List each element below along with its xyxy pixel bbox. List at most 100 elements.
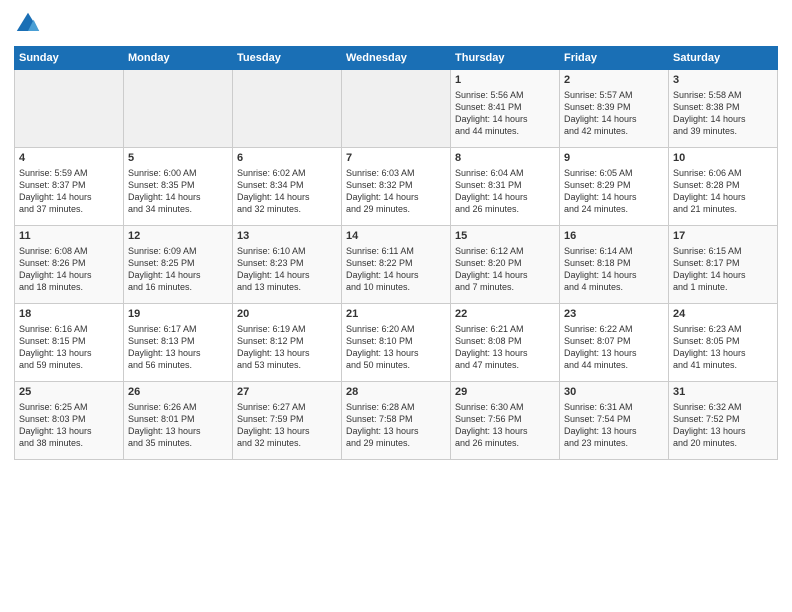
day-number: 20	[237, 307, 337, 322]
calendar-cell: 14 Sunrise: 6:11 AM Sunset: 8:22 PM Dayli…	[342, 226, 451, 304]
logo	[14, 10, 46, 38]
day-of-week-header: Wednesday	[342, 47, 451, 70]
day-number: 13	[237, 229, 337, 244]
day-info: Sunrise: 5:59 AM Sunset: 8:37 PM Dayligh…	[19, 168, 92, 214]
calendar-week-row: 1 Sunrise: 5:56 AM Sunset: 8:41 PM Daylig…	[15, 70, 778, 148]
day-number: 26	[128, 385, 228, 400]
day-info: Sunrise: 6:22 AM Sunset: 8:07 PM Dayligh…	[564, 324, 637, 370]
day-info: Sunrise: 6:17 AM Sunset: 8:13 PM Dayligh…	[128, 324, 201, 370]
day-of-week-header: Sunday	[15, 47, 124, 70]
calendar-cell: 20 Sunrise: 6:19 AM Sunset: 8:12 PM Dayli…	[233, 304, 342, 382]
calendar-cell: 30 Sunrise: 6:31 AM Sunset: 7:54 PM Dayli…	[560, 382, 669, 460]
calendar-cell	[124, 70, 233, 148]
day-info: Sunrise: 6:11 AM Sunset: 8:22 PM Dayligh…	[346, 246, 419, 292]
day-info: Sunrise: 6:00 AM Sunset: 8:35 PM Dayligh…	[128, 168, 201, 214]
calendar-cell: 13 Sunrise: 6:10 AM Sunset: 8:23 PM Dayli…	[233, 226, 342, 304]
day-number: 15	[455, 229, 555, 244]
calendar-cell: 29Sunrise: 6:30 AM Sunset: 7:56 PM Dayli…	[451, 382, 560, 460]
day-info: Sunrise: 6:31 AM Sunset: 7:54 PM Dayligh…	[564, 402, 637, 448]
day-info: Sunrise: 6:23 AM Sunset: 8:05 PM Dayligh…	[673, 324, 746, 370]
calendar-cell: 8Sunrise: 6:04 AM Sunset: 8:31 PM Daylig…	[451, 148, 560, 226]
day-info: Sunrise: 6:30 AM Sunset: 7:56 PM Dayligh…	[455, 402, 528, 448]
day-number: 31	[673, 385, 773, 400]
calendar-cell: 6 Sunrise: 6:02 AM Sunset: 8:34 PM Daylig…	[233, 148, 342, 226]
calendar-cell: 28 Sunrise: 6:28 AM Sunset: 7:58 PM Dayli…	[342, 382, 451, 460]
day-info: Sunrise: 6:03 AM Sunset: 8:32 PM Dayligh…	[346, 168, 419, 214]
day-info: Sunrise: 6:19 AM Sunset: 8:12 PM Dayligh…	[237, 324, 310, 370]
calendar-cell	[342, 70, 451, 148]
day-number: 16	[564, 229, 664, 244]
calendar-cell	[233, 70, 342, 148]
calendar: SundayMondayTuesdayWednesdayThursdayFrid…	[14, 46, 778, 460]
day-info: Sunrise: 6:28 AM Sunset: 7:58 PM Dayligh…	[346, 402, 419, 448]
day-of-week-header: Friday	[560, 47, 669, 70]
day-number: 8	[455, 151, 555, 166]
days-row: SundayMondayTuesdayWednesdayThursdayFrid…	[15, 47, 778, 70]
day-of-week-header: Thursday	[451, 47, 560, 70]
day-number: 28	[346, 385, 446, 400]
calendar-cell: 17Sunrise: 6:15 AM Sunset: 8:17 PM Dayli…	[669, 226, 778, 304]
calendar-cell: 12 Sunrise: 6:09 AM Sunset: 8:25 PM Dayli…	[124, 226, 233, 304]
day-number: 3	[673, 73, 773, 88]
page: SundayMondayTuesdayWednesdayThursdayFrid…	[0, 0, 792, 612]
day-info: Sunrise: 6:09 AM Sunset: 8:25 PM Dayligh…	[128, 246, 201, 292]
day-number: 14	[346, 229, 446, 244]
day-number: 11	[19, 229, 119, 244]
day-info: Sunrise: 6:12 AM Sunset: 8:20 PM Dayligh…	[455, 246, 528, 292]
calendar-cell: 10 Sunrise: 6:06 AM Sunset: 8:28 PM Dayli…	[669, 148, 778, 226]
day-number: 2	[564, 73, 664, 88]
calendar-cell: 31 Sunrise: 6:32 AM Sunset: 7:52 PM Dayli…	[669, 382, 778, 460]
calendar-cell: 4 Sunrise: 5:59 AM Sunset: 8:37 PM Daylig…	[15, 148, 124, 226]
calendar-cell: 27Sunrise: 6:27 AM Sunset: 7:59 PM Dayli…	[233, 382, 342, 460]
day-number: 24	[673, 307, 773, 322]
day-info: Sunrise: 6:25 AM Sunset: 8:03 PM Dayligh…	[19, 402, 92, 448]
day-number: 6	[237, 151, 337, 166]
calendar-cell: 16Sunrise: 6:14 AM Sunset: 8:18 PM Dayli…	[560, 226, 669, 304]
day-of-week-header: Saturday	[669, 47, 778, 70]
day-of-week-header: Monday	[124, 47, 233, 70]
day-info: Sunrise: 6:10 AM Sunset: 8:23 PM Dayligh…	[237, 246, 310, 292]
day-info: Sunrise: 6:21 AM Sunset: 8:08 PM Dayligh…	[455, 324, 528, 370]
calendar-header: SundayMondayTuesdayWednesdayThursdayFrid…	[15, 47, 778, 70]
calendar-body: 1 Sunrise: 5:56 AM Sunset: 8:41 PM Daylig…	[15, 70, 778, 460]
day-number: 18	[19, 307, 119, 322]
day-number: 10	[673, 151, 773, 166]
calendar-cell: 22 Sunrise: 6:21 AM Sunset: 8:08 PM Dayli…	[451, 304, 560, 382]
day-number: 23	[564, 307, 664, 322]
day-number: 22	[455, 307, 555, 322]
day-info: Sunrise: 5:58 AM Sunset: 8:38 PM Dayligh…	[673, 90, 746, 136]
day-info: Sunrise: 6:08 AM Sunset: 8:26 PM Dayligh…	[19, 246, 92, 292]
calendar-cell: 23 Sunrise: 6:22 AM Sunset: 8:07 PM Dayli…	[560, 304, 669, 382]
day-info: Sunrise: 6:05 AM Sunset: 8:29 PM Dayligh…	[564, 168, 637, 214]
day-info: Sunrise: 6:26 AM Sunset: 8:01 PM Dayligh…	[128, 402, 201, 448]
calendar-cell: 5 Sunrise: 6:00 AM Sunset: 8:35 PM Daylig…	[124, 148, 233, 226]
day-number: 12	[128, 229, 228, 244]
calendar-cell: 2Sunrise: 5:57 AM Sunset: 8:39 PM Daylig…	[560, 70, 669, 148]
day-info: Sunrise: 6:15 AM Sunset: 8:17 PM Dayligh…	[673, 246, 746, 292]
logo-icon	[14, 10, 42, 38]
day-info: Sunrise: 6:16 AM Sunset: 8:15 PM Dayligh…	[19, 324, 92, 370]
calendar-week-row: 18 Sunrise: 6:16 AM Sunset: 8:15 PM Dayli…	[15, 304, 778, 382]
calendar-cell: 11 Sunrise: 6:08 AM Sunset: 8:26 PM Dayli…	[15, 226, 124, 304]
calendar-cell: 19 Sunrise: 6:17 AM Sunset: 8:13 PM Dayli…	[124, 304, 233, 382]
day-info: Sunrise: 6:32 AM Sunset: 7:52 PM Dayligh…	[673, 402, 746, 448]
day-number: 21	[346, 307, 446, 322]
calendar-cell: 9 Sunrise: 6:05 AM Sunset: 8:29 PM Daylig…	[560, 148, 669, 226]
day-info: Sunrise: 6:02 AM Sunset: 8:34 PM Dayligh…	[237, 168, 310, 214]
calendar-cell: 18 Sunrise: 6:16 AM Sunset: 8:15 PM Dayli…	[15, 304, 124, 382]
day-number: 19	[128, 307, 228, 322]
day-info: Sunrise: 6:27 AM Sunset: 7:59 PM Dayligh…	[237, 402, 310, 448]
day-info: Sunrise: 6:20 AM Sunset: 8:10 PM Dayligh…	[346, 324, 419, 370]
day-number: 4	[19, 151, 119, 166]
calendar-cell: 7 Sunrise: 6:03 AM Sunset: 8:32 PM Daylig…	[342, 148, 451, 226]
calendar-cell: 1 Sunrise: 5:56 AM Sunset: 8:41 PM Daylig…	[451, 70, 560, 148]
calendar-week-row: 25Sunrise: 6:25 AM Sunset: 8:03 PM Dayli…	[15, 382, 778, 460]
day-number: 5	[128, 151, 228, 166]
day-number: 7	[346, 151, 446, 166]
header	[14, 10, 778, 38]
day-info: Sunrise: 6:06 AM Sunset: 8:28 PM Dayligh…	[673, 168, 746, 214]
day-number: 1	[455, 73, 555, 88]
day-info: Sunrise: 5:56 AM Sunset: 8:41 PM Dayligh…	[455, 90, 528, 136]
day-number: 30	[564, 385, 664, 400]
day-number: 9	[564, 151, 664, 166]
